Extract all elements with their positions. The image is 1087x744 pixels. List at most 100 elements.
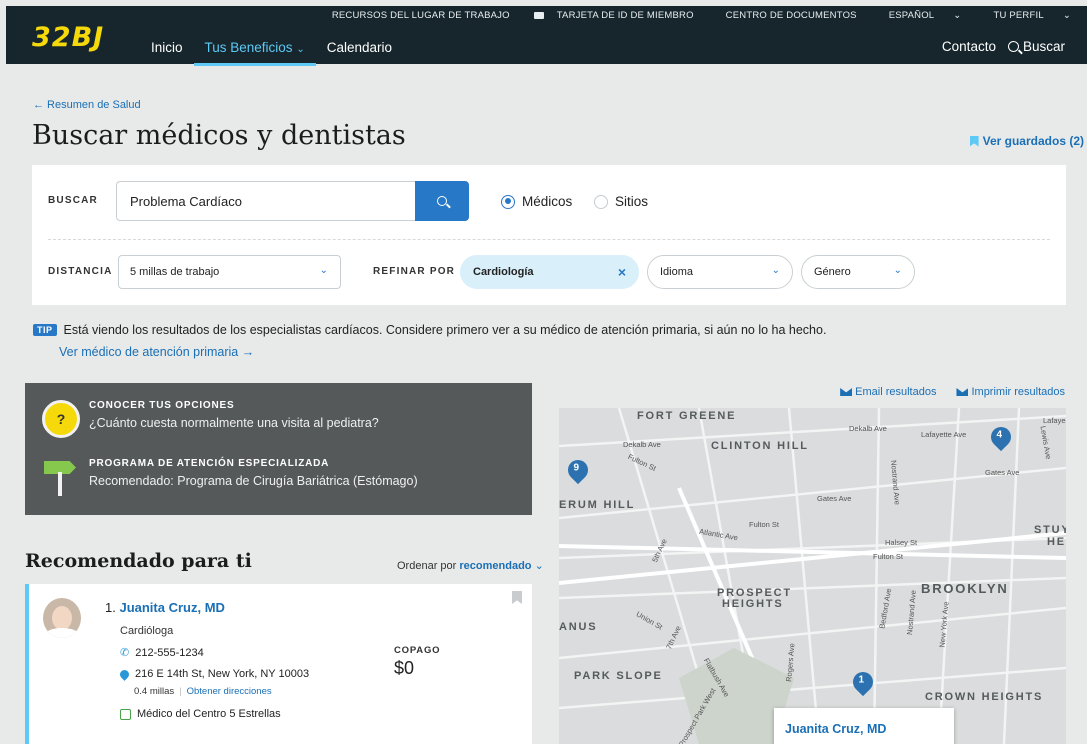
map-area-label: BROOKLYN [921, 581, 1009, 596]
doctor-phone[interactable]: ✆ 212-555-1234 [120, 646, 204, 660]
search-icon [437, 196, 447, 206]
results-map[interactable]: FORT GREENE CLINTON HILL ERUM HILL PROSP… [559, 408, 1066, 744]
util-member-id-card[interactable]: TARJETA DE ID DE MIEMBRO [526, 10, 710, 21]
map-street-label: Lafayette Ave [921, 430, 967, 439]
util-document-center[interactable]: CENTRO DE DOCUMENTOS [710, 10, 873, 21]
chevron-down-icon: ⌄ [534, 560, 544, 572]
medical-center-icon [120, 708, 131, 720]
util-language[interactable]: ESPAÑOL ⌄ [873, 10, 978, 21]
map-street-label: Gates Ave [817, 494, 852, 503]
tip-message: TIP Está viendo los resultados de los es… [33, 323, 826, 337]
filter-gender[interactable]: Género ⌄ [801, 255, 915, 289]
doctor-name[interactable]: 1. Juanita Cruz, MD [105, 600, 225, 615]
map-street-label: Lafaye [1043, 416, 1066, 425]
map-area-label: HE [1047, 536, 1066, 548]
filter-language[interactable]: Idioma ⌄ [647, 255, 793, 289]
close-icon[interactable]: × [618, 264, 626, 280]
bookmark-icon [969, 135, 979, 147]
chevron-down-icon: ⌄ [893, 265, 902, 276]
chevron-down-icon: ⌄ [953, 10, 962, 21]
map-street-label: Gates Ave [985, 468, 1020, 477]
signpost-icon [42, 458, 80, 500]
filter-cardiology[interactable]: Cardiología × [460, 255, 639, 289]
map-area-label: HEIGHTS [722, 598, 784, 610]
nav-tus-beneficios[interactable]: Tus Beneficios ⌄ [193, 40, 316, 66]
util-profile[interactable]: TU PERFIL ⌄ [977, 10, 1087, 21]
radio-unselected-icon [594, 194, 608, 209]
options-info-box: ? CONOCER TUS OPCIONES ¿Cuánto cuesta no… [25, 383, 532, 515]
know-options-text: ¿Cuánto cuesta normalmente una visita al… [89, 416, 379, 430]
specialized-program-text: Recomendado: Programa de Cirugía Bariátr… [89, 474, 418, 488]
divider [48, 239, 1050, 240]
chevron-down-icon: ⌄ [319, 265, 328, 276]
result-card[interactable]: 1. Juanita Cruz, MD Cardióloga ✆ 212-555-… [25, 584, 532, 744]
map-area-label: PARK SLOPE [574, 670, 663, 682]
contact-link[interactable]: Contacto [942, 39, 996, 54]
distance-label: DISTANCIA [48, 266, 113, 277]
top-header: 32BJ RECURSOS DEL LUGAR DE TRABAJO TARJE… [6, 6, 1087, 66]
search-input[interactable]: Problema Cardíaco [116, 181, 416, 221]
search-panel: BUSCAR Problema Cardíaco Médicos Sitios … [32, 165, 1066, 305]
refine-label: REFINAR POR [373, 266, 456, 277]
map-actions: Email resultados Imprimir resultados [840, 386, 1065, 398]
page-title: Buscar médicos y dentistas [32, 120, 406, 151]
doctor-address: 216 E 14th St, New York, NY 10003 [118, 667, 309, 681]
know-options-item[interactable]: CONOCER TUS OPCIONES ¿Cuánto cuesta norm… [89, 400, 379, 430]
chevron-down-icon: ⌄ [771, 265, 780, 276]
search-label: BUSCAR [48, 195, 98, 206]
map-street-label: Halsey St [885, 538, 918, 547]
radio-sites[interactable]: Sitios [594, 194, 648, 209]
email-icon [840, 388, 853, 396]
recommended-heading: Recomendado para ti [25, 550, 252, 572]
map-area-label: ERUM HILL [559, 499, 636, 511]
doctor-distance: 0.4 millas | Obtener direcciones [134, 686, 272, 697]
bookmark-icon[interactable] [512, 591, 522, 604]
email-results-link[interactable]: Email resultados [840, 386, 936, 398]
utility-nav: RECURSOS DEL LUGAR DE TRABAJO TARJETA DE… [316, 10, 1087, 21]
map-area-label: FORT GREENE [637, 410, 737, 422]
main-nav: Inicio Tus Beneficios ⌄ Calendario [140, 40, 403, 66]
map-area-label: ANUS [559, 621, 598, 633]
doctor-specialty: Cardióloga [120, 625, 174, 637]
search-button[interactable] [415, 181, 469, 221]
map-street-label: Dekalb Ave [623, 440, 661, 449]
avatar [43, 598, 81, 638]
util-workplace-resources[interactable]: RECURSOS DEL LUGAR DE TRABAJO [316, 10, 526, 21]
logo-32bj[interactable]: 32BJ [32, 22, 104, 53]
header-actions: Contacto Buscar [942, 39, 1065, 54]
header-search-button[interactable]: Buscar [1007, 39, 1065, 54]
get-directions-link[interactable]: Obtener direcciones [187, 686, 272, 697]
search-icon [1007, 41, 1019, 52]
map-area-label: STUY [1034, 524, 1066, 536]
copay-value: $0 [394, 658, 415, 678]
map-street-label: Fulton St [749, 520, 780, 529]
map-street-label: Fulton St [873, 552, 904, 561]
nav-calendario[interactable]: Calendario [316, 40, 403, 64]
distance-select[interactable]: 5 millas de trabajo ⌄ [118, 255, 341, 289]
know-options-heading: CONOCER TUS OPCIONES [89, 400, 235, 411]
specialized-program-item[interactable]: PROGRAMA DE ATENCIÓN ESPECIALIZADA Recom… [89, 458, 418, 488]
map-street-label: Dekalb Ave [849, 424, 887, 433]
map-popup-doctor[interactable]: Juanita Cruz, MD [774, 708, 954, 744]
chevron-down-icon: ⌄ [1062, 10, 1071, 21]
map-area-label: CROWN HEIGHTS [925, 691, 1044, 703]
back-link-health-summary[interactable]: ← Resumen de Salud [33, 99, 141, 111]
specialized-program-heading: PROGRAMA DE ATENCIÓN ESPECIALIZADA [89, 458, 330, 469]
five-star-badge: Médico del Centro 5 Estrellas [120, 708, 281, 720]
radio-doctors[interactable]: Médicos [501, 194, 572, 209]
question-icon: ? [42, 400, 80, 438]
map-pin-icon [118, 667, 131, 681]
tip-badge: TIP [33, 324, 57, 336]
phone-icon: ✆ [120, 647, 130, 659]
id-card-icon [533, 12, 544, 19]
print-results-link[interactable]: Imprimir resultados [956, 386, 1065, 398]
copay-label: COPAGO [394, 645, 441, 656]
nav-inicio[interactable]: Inicio [140, 40, 194, 64]
tip-text: Está viendo los resultados de los especi… [63, 323, 827, 337]
view-saved-link[interactable]: Ver guardados (2) [969, 134, 1084, 148]
view-primary-care-link[interactable]: Ver médico de atención primaria → [59, 345, 254, 359]
map-area-label: CLINTON HILL [711, 440, 809, 452]
radio-selected-icon [501, 194, 515, 209]
sort-control[interactable]: Ordenar por recomendado ⌄ [397, 559, 544, 572]
chevron-down-icon: ⌄ [296, 44, 305, 55]
